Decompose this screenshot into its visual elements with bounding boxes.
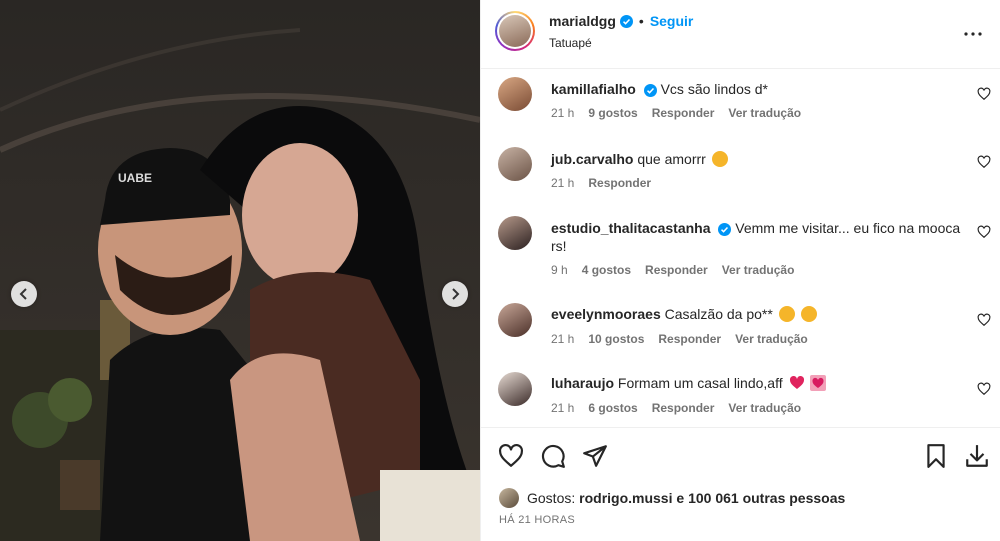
verified-badge-icon [619,14,633,28]
commenter-username[interactable]: eveelynmooraes [551,306,661,322]
comment-likes-count[interactable]: 9 gostos [588,106,637,120]
commenter-username[interactable]: kamillafialho [551,81,636,97]
comment-text: Vemm me visitar... eu fico na mooca [735,220,961,236]
post-actions-bar: Gostos: rodrigo.mussi e 100 061 outras p… [481,427,1000,541]
couple-selfie-image: UABE [0,0,480,541]
comment-time: 21 h [551,176,575,190]
more-options-button[interactable] [961,22,985,46]
like-comment-heart-icon[interactable] [977,155,991,169]
verified-badge-icon [643,83,657,97]
reply-button[interactable]: Responder [652,401,715,415]
comment-time: 21 h [551,332,575,346]
heart-with-ribbon-emoji-icon [810,375,827,391]
reply-button[interactable]: Responder [658,332,721,346]
likes-summary: Gostos: rodrigo.mussi e 100 061 outras p… [499,488,845,508]
see-translation-button[interactable]: Ver tradução [728,106,801,120]
star-struck-emoji-icon [711,151,728,167]
comment-text: Casalzão da po** [664,306,773,322]
like-comment-heart-icon[interactable] [977,87,991,101]
post-time-ago[interactable]: HÁ 21 HORAS [499,514,575,526]
next-image-button[interactable] [442,281,468,307]
post-photo[interactable]: UABE [0,0,480,541]
like-comment-heart-icon[interactable] [977,382,991,396]
author-username[interactable]: marialdgg [549,13,616,29]
svg-text:UABE: UABE [118,171,152,185]
more-horizontal-icon [964,32,982,36]
reply-button[interactable]: Responder [652,106,715,120]
comment-text-continued: rs! [551,238,567,254]
commenter-username[interactable]: jub.carvalho [551,151,633,167]
commenter-avatar[interactable] [498,147,532,181]
comment-time: 9 h [551,263,568,277]
commenter-avatar[interactable] [498,216,532,250]
liker-avatar[interactable] [499,488,519,508]
commenter-avatar[interactable] [498,303,532,337]
likes-others[interactable]: e 100 061 outras pessoas [676,490,845,506]
post-header: marialdgg • Seguir Tatuapé [481,0,1000,69]
reply-button[interactable]: Responder [588,176,651,190]
commenter-username[interactable]: estudio_thalitacastanha [551,220,711,236]
liker-username[interactable]: rodrigo.mussi [579,490,672,506]
post-location[interactable]: Tatuapé [549,36,592,50]
reply-button[interactable]: Responder [645,263,708,277]
follow-button[interactable]: Seguir [650,13,694,29]
previous-image-button[interactable] [11,281,37,307]
see-translation-button[interactable]: Ver tradução [735,332,808,346]
comment-likes-count[interactable]: 6 gostos [588,401,637,415]
likes-prefix: Gostos: [527,490,576,506]
share-paper-plane-icon[interactable] [582,443,608,469]
like-comment-heart-icon[interactable] [977,313,991,327]
comment-likes-count[interactable]: 4 gostos [582,263,631,277]
like-comment-heart-icon[interactable] [977,225,991,239]
save-bookmark-icon[interactable] [923,443,949,469]
comment-time: 21 h [551,106,575,120]
comment-likes-count[interactable]: 10 gostos [588,332,644,346]
see-translation-button[interactable]: Ver tradução [722,263,795,277]
commenter-avatar[interactable] [498,77,532,111]
star-struck-emoji-icon [778,306,795,322]
see-translation-button[interactable]: Ver tradução [728,401,801,415]
comment-time: 21 h [551,401,575,415]
comments-list: kamillafialho Vcs são lindos d* 21 h 9 g… [481,69,1000,427]
like-heart-icon[interactable] [498,443,524,469]
post-side-panel: marialdgg • Seguir Tatuapé kamillafialho… [480,0,1000,541]
comment-text: que amorrr [637,151,706,167]
commenter-avatar[interactable] [498,372,532,406]
comment-text: Formam um casal lindo,aff [617,375,783,391]
separator-dot: • [638,13,644,29]
verified-badge-icon [718,222,732,236]
comment-text: Vcs são lindos d* [660,81,768,97]
download-icon[interactable] [964,443,990,469]
star-struck-emoji-icon [800,306,817,322]
chevron-left-icon [19,288,27,300]
comment-bubble-icon[interactable] [540,443,566,469]
chevron-right-icon [452,288,460,300]
commenter-username[interactable]: luharaujo [551,375,614,391]
author-avatar[interactable] [495,11,535,51]
broken-heart-emoji-icon [789,375,804,389]
